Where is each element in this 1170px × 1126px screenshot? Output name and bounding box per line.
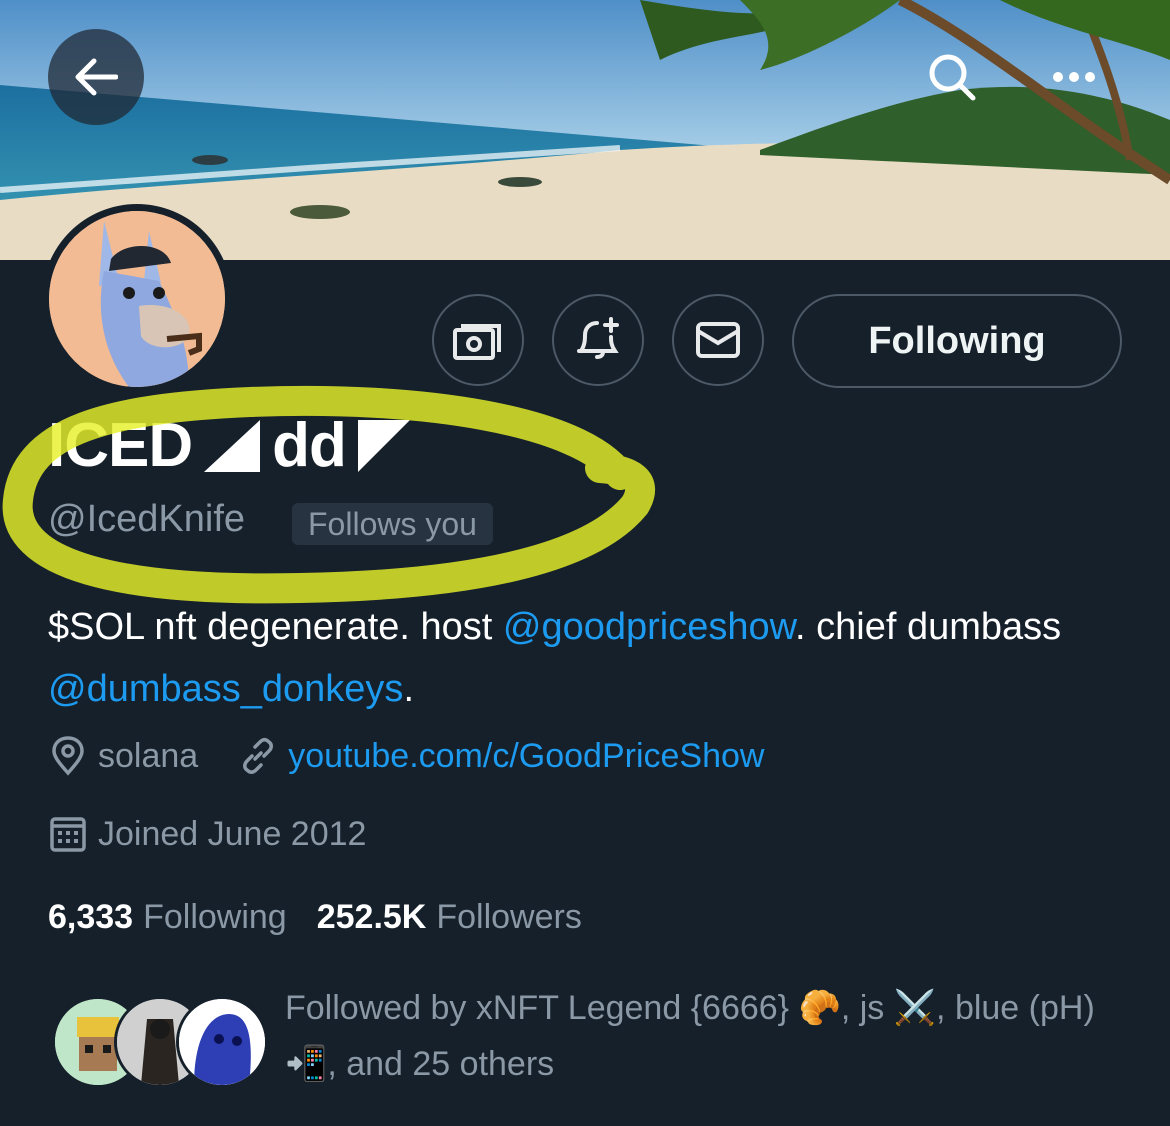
avatar[interactable] bbox=[49, 211, 225, 387]
triangle-glyph-icon bbox=[357, 419, 410, 472]
profile-meta-row: solana youtube.com/c/GoodPriceShow bbox=[48, 736, 764, 776]
join-date-text: Joined June 2012 bbox=[98, 814, 367, 853]
message-button[interactable] bbox=[672, 294, 764, 386]
following-button[interactable]: Following bbox=[792, 294, 1122, 388]
followed-by-text[interactable]: Followed by xNFT Legend {6666} 🥐, js ⚔️,… bbox=[285, 980, 1105, 1092]
mutual-avatar[interactable] bbox=[176, 996, 268, 1088]
followers-label[interactable]: Followers bbox=[436, 898, 581, 937]
mention-link[interactable]: @goodpriceshow bbox=[503, 606, 795, 648]
follows-you-badge: Follows you bbox=[292, 503, 493, 545]
bio-text: . bbox=[403, 668, 414, 710]
bio: $SOL nft degenerate. host @goodpriceshow… bbox=[48, 596, 1128, 720]
calendar-icon bbox=[50, 817, 86, 852]
follow-stats: 6,333 Following 252.5K Followers bbox=[48, 898, 612, 937]
tip-button[interactable] bbox=[432, 294, 524, 386]
website-link[interactable]: youtube.com/c/GoodPriceShow bbox=[288, 737, 764, 776]
location-pin-icon bbox=[52, 736, 84, 776]
location-text: solana bbox=[98, 736, 199, 775]
search-icon bbox=[929, 54, 976, 101]
mention-link[interactable]: @dumbass_donkeys bbox=[48, 668, 403, 710]
display-name-part2: dd bbox=[272, 411, 347, 480]
notifications-button[interactable] bbox=[552, 294, 644, 386]
back-button[interactable] bbox=[48, 29, 144, 125]
arrow-left-icon bbox=[75, 58, 118, 96]
bell-plus-icon bbox=[577, 317, 619, 359]
display-name-part1: ICED bbox=[48, 411, 193, 480]
avatar-border bbox=[42, 204, 232, 394]
handle: @IcedKnife bbox=[48, 498, 246, 540]
join-date-row: Joined June 2012 bbox=[48, 814, 366, 854]
more-horizontal-icon bbox=[1053, 72, 1095, 82]
followers-count[interactable]: 252.5K bbox=[317, 898, 427, 937]
triangle-glyph-icon bbox=[204, 419, 261, 472]
bio-text: $SOL nft degenerate. host bbox=[48, 606, 503, 648]
envelope-icon bbox=[696, 322, 740, 358]
more-options-button[interactable] bbox=[1026, 29, 1122, 125]
search-button[interactable] bbox=[904, 29, 1000, 125]
following-label[interactable]: Following bbox=[143, 898, 287, 937]
link-icon bbox=[243, 738, 274, 774]
mutual-followers-avatars[interactable] bbox=[52, 996, 268, 1088]
display-name: ICED dd bbox=[48, 410, 422, 481]
bio-text: . chief dumbass bbox=[795, 606, 1062, 648]
following-count[interactable]: 6,333 bbox=[48, 898, 133, 937]
money-icon bbox=[453, 324, 501, 360]
